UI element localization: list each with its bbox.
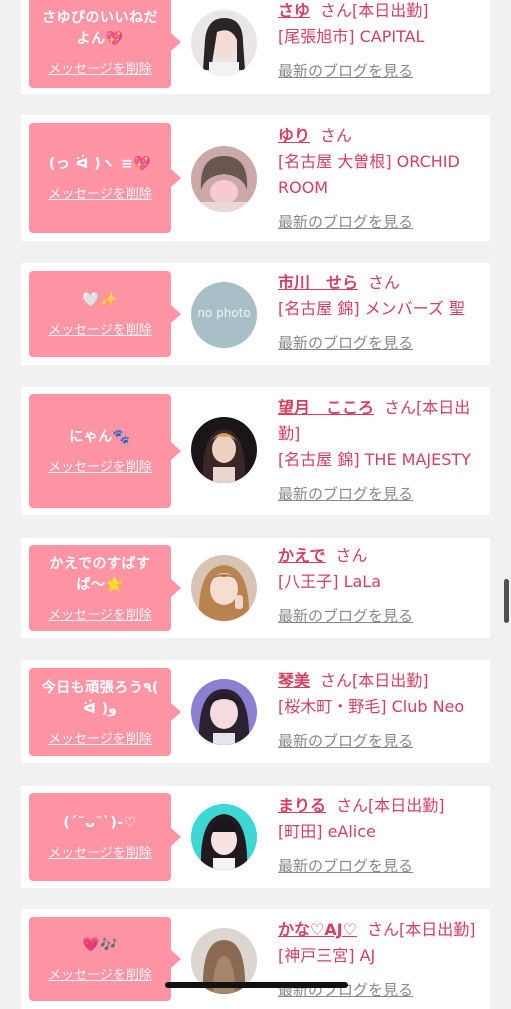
delete-message-button[interactable]: メッセージを削除 bbox=[48, 604, 152, 623]
status-badge: [本日出勤] bbox=[352, 1, 429, 20]
message-text: 🤍✨ bbox=[82, 292, 118, 308]
message-card: かえでのすばすば〜🌟 メッセージを削除 かえで さん [八王子] LaLa 最新の… bbox=[21, 538, 490, 638]
delete-message-button[interactable]: メッセージを削除 bbox=[48, 728, 152, 747]
cast-info: 望月 こころ さん[本日出勤] [名古屋 錦] THE MAJESTY 最新のブロ… bbox=[278, 395, 484, 507]
avatar[interactable] bbox=[191, 417, 257, 483]
message-card: (っ ᐛ )ヽ ≡💖 メッセージを削除 ゆり さん [名古屋 大曽根] ORCHI… bbox=[21, 115, 490, 241]
delete-message-button[interactable]: メッセージを削除 bbox=[48, 842, 152, 861]
avatar[interactable] bbox=[191, 679, 257, 745]
shop-label: [名古屋 錦] THE MAJESTY bbox=[278, 450, 471, 469]
message-card: 今日も頑張ろう٩( ᐛ )و メッセージを削除 琴美 さん[本日出勤] [桜木町・… bbox=[21, 660, 490, 763]
avatar[interactable]: no photo bbox=[191, 282, 257, 348]
cast-info: さゆ さん[本日出勤] [尾張旭市] CAPITAL 最新のブログを見る bbox=[278, 0, 484, 84]
san-label: さん bbox=[320, 1, 353, 20]
cast-name-link[interactable]: 市川 せら bbox=[278, 273, 358, 292]
cast-info: かえで さん [八王子] LaLa 最新のブログを見る bbox=[278, 543, 484, 629]
delete-message-button[interactable]: メッセージを削除 bbox=[48, 183, 152, 202]
latest-blog-link[interactable]: 最新のブログを見る bbox=[278, 481, 413, 507]
shop-label: [名古屋 錦] メンバーズ 聖 bbox=[278, 299, 465, 318]
avatar[interactable] bbox=[191, 10, 257, 76]
shop-label: [名古屋 大曽根] ORCHID ROOM bbox=[278, 152, 460, 197]
avatar[interactable] bbox=[191, 555, 257, 621]
shop-label: [町田] eAlice bbox=[278, 822, 376, 841]
message-card: さゆぴのいいねだよん💖 メッセージを削除 さゆ さん[本日出勤] [尾張旭市] C… bbox=[21, 0, 490, 94]
message-text: にゃん🐾 bbox=[69, 429, 131, 445]
message-bubble: (っ ᐛ )ヽ ≡💖 メッセージを削除 bbox=[29, 123, 181, 233]
cast-name-link[interactable]: かな♡AJ♡ bbox=[278, 920, 357, 939]
message-bubble: 今日も頑張ろう٩( ᐛ )و メッセージを削除 bbox=[29, 668, 181, 756]
message-card: (ˊ˘ᴗ˘ˋ)-♡ メッセージを削除 まりる さん[本日出勤] [町田] eAli… bbox=[21, 786, 490, 888]
san-label: さん bbox=[335, 546, 368, 565]
cast-name-link[interactable]: さゆ bbox=[278, 1, 310, 20]
delete-message-button[interactable]: メッセージを削除 bbox=[48, 58, 152, 77]
san-label: さん bbox=[368, 273, 401, 292]
home-indicator[interactable] bbox=[165, 982, 348, 988]
message-card: にゃん🐾 メッセージを削除 望月 こころ さん[本日出勤] [名古屋 錦] THE… bbox=[21, 387, 490, 515]
cast-name-link[interactable]: 琴美 bbox=[278, 671, 310, 690]
latest-blog-link[interactable]: 最新のブログを見る bbox=[278, 330, 413, 356]
latest-blog-link[interactable]: 最新のブログを見る bbox=[278, 58, 413, 84]
message-bubble: (ˊ˘ᴗ˘ˋ)-♡ メッセージを削除 bbox=[29, 793, 181, 881]
cast-info: かな♡AJ♡ さん[本日出勤] [神戸三宮] AJ 最新のブログを見る bbox=[278, 917, 484, 1003]
message-card: 💗🎶 メッセージを削除 かな♡AJ♡ さん[本日出勤] [神戸三宮] AJ 最新の… bbox=[21, 909, 490, 1009]
message-text: 💗🎶 bbox=[82, 937, 118, 953]
shop-label: [桜木町・野毛] Club Neo bbox=[278, 697, 465, 716]
shop-label: [尾張旭市] CAPITAL bbox=[278, 27, 425, 46]
cast-info: 市川 せら さん [名古屋 錦] メンバーズ 聖 最新のブログを見る bbox=[278, 270, 484, 356]
message-bubble: かえでのすばすば〜🌟 メッセージを削除 bbox=[29, 545, 181, 631]
message-text: さゆぴのいいねだよん💖 bbox=[42, 9, 158, 47]
message-bubble: 💗🎶 メッセージを削除 bbox=[29, 917, 181, 1001]
san-label: さん bbox=[320, 126, 353, 145]
message-bubble: さゆぴのいいねだよん💖 メッセージを削除 bbox=[29, 0, 181, 88]
latest-blog-link[interactable]: 最新のブログを見る bbox=[278, 603, 413, 629]
no-photo-label: no photo bbox=[197, 306, 251, 320]
cast-info: ゆり さん [名古屋 大曽根] ORCHID ROOM 最新のブログを見る bbox=[278, 123, 484, 235]
message-card: 🤍✨ メッセージを削除 no photo 市川 せら さん [名古屋 錦] メンバ… bbox=[21, 263, 490, 365]
delete-message-button[interactable]: メッセージを削除 bbox=[48, 964, 152, 983]
delete-message-button[interactable]: メッセージを削除 bbox=[48, 319, 152, 338]
scrollbar[interactable] bbox=[504, 579, 509, 623]
san-label: さん bbox=[384, 398, 417, 417]
latest-blog-link[interactable]: 最新のブログを見る bbox=[278, 977, 413, 1003]
status-badge: [本日出勤] bbox=[368, 796, 445, 815]
message-text: (ˊ˘ᴗ˘ˋ)-♡ bbox=[63, 815, 137, 831]
cast-info: 琴美 さん[本日出勤] [桜木町・野毛] Club Neo 最新のブログを見る bbox=[278, 668, 484, 754]
shop-label: [神戸三宮] AJ bbox=[278, 946, 376, 965]
message-text: (っ ᐛ )ヽ ≡💖 bbox=[48, 156, 152, 172]
avatar[interactable] bbox=[191, 804, 257, 870]
san-label: さん bbox=[367, 920, 400, 939]
message-text: 今日も頑張ろう٩( ᐛ )و bbox=[41, 679, 159, 717]
delete-message-button[interactable]: メッセージを削除 bbox=[48, 456, 152, 475]
cast-name-link[interactable]: まりる bbox=[278, 796, 326, 815]
latest-blog-link[interactable]: 最新のブログを見る bbox=[278, 853, 413, 879]
avatar[interactable] bbox=[191, 146, 257, 212]
cast-name-link[interactable]: ゆり bbox=[278, 126, 310, 145]
message-bubble: 🤍✨ メッセージを削除 bbox=[29, 271, 181, 357]
message-bubble: にゃん🐾 メッセージを削除 bbox=[29, 394, 181, 508]
latest-blog-link[interactable]: 最新のブログを見る bbox=[278, 728, 413, 754]
latest-blog-link[interactable]: 最新のブログを見る bbox=[278, 209, 413, 235]
status-badge: [本日出勤] bbox=[352, 671, 429, 690]
message-text: かえでのすばすば〜🌟 bbox=[49, 555, 151, 593]
cast-name-link[interactable]: かえで bbox=[278, 546, 326, 565]
status-badge: [本日出勤] bbox=[399, 920, 476, 939]
san-label: さん bbox=[336, 796, 369, 815]
cast-info: まりる さん[本日出勤] [町田] eAlice 最新のブログを見る bbox=[278, 793, 484, 879]
shop-label: [八王子] LaLa bbox=[278, 572, 382, 591]
san-label: さん bbox=[320, 671, 353, 690]
cast-name-link[interactable]: 望月 こころ bbox=[278, 398, 374, 417]
